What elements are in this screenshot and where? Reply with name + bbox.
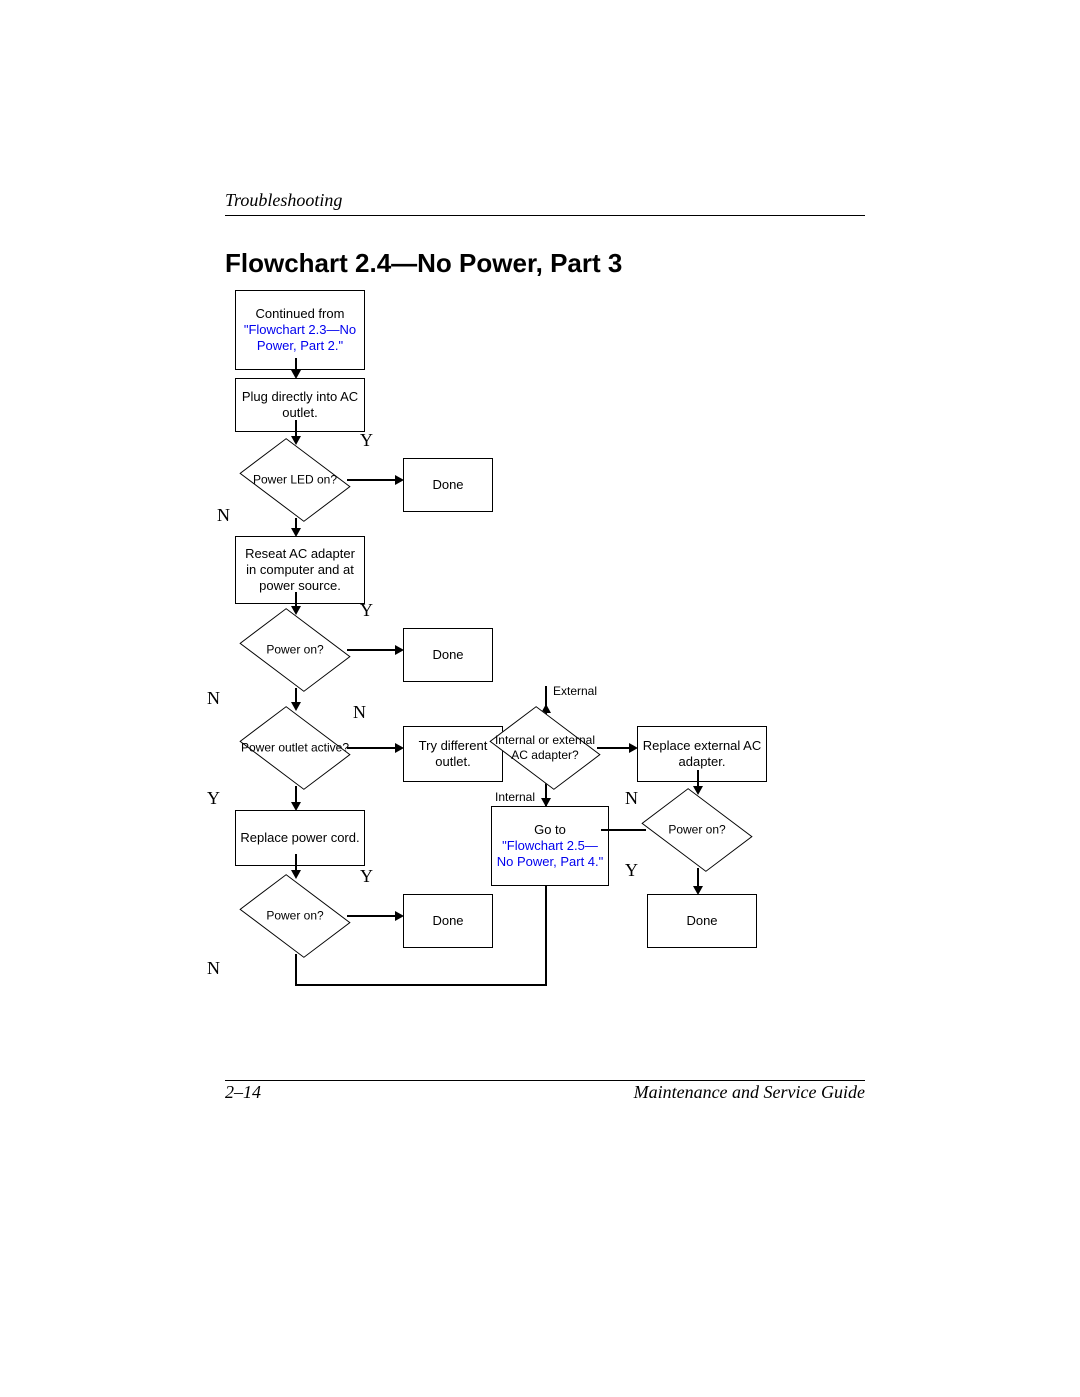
- goto-prefix: Go to: [534, 822, 566, 838]
- connector: [347, 915, 397, 917]
- text: Power LED on?: [240, 473, 350, 488]
- edge-label-y: Y: [625, 860, 638, 881]
- flowchart-diagram: Continued from "Flowchart 2.3—No Power, …: [225, 290, 865, 1030]
- node-try-outlet: Try different outlet.: [403, 726, 503, 782]
- node-replace-cord: Replace power cord.: [235, 810, 365, 866]
- edge-label-external: External: [553, 684, 597, 698]
- text: Power on?: [240, 643, 350, 658]
- connector: [295, 954, 297, 984]
- node-done-4: Done: [647, 894, 757, 948]
- text: Internal or external AC adapter?: [490, 733, 600, 763]
- section-name: Troubleshooting: [225, 190, 865, 211]
- connector: [295, 984, 545, 986]
- edge-label-y: Y: [360, 866, 373, 887]
- text: Done: [686, 913, 717, 929]
- page-header: Troubleshooting: [225, 190, 865, 216]
- node-adapter-type: Internal or external AC adapter?: [490, 708, 600, 788]
- footer-divider: [225, 1080, 865, 1081]
- text: Done: [432, 647, 463, 663]
- text: Plug directly into AC outlet.: [240, 389, 360, 422]
- connector: [601, 829, 646, 831]
- text: Power on?: [240, 909, 350, 924]
- text: Replace external AC adapter.: [642, 738, 762, 771]
- text: Reseat AC adapter in computer and at pow…: [240, 546, 360, 595]
- node-replace-external: Replace external AC adapter.: [637, 726, 767, 782]
- edge-label-n: N: [207, 958, 220, 979]
- edge-label-y: Y: [207, 788, 220, 809]
- header-divider: [225, 215, 865, 216]
- text: Replace power cord.: [240, 830, 359, 846]
- text: Done: [432, 477, 463, 493]
- edge-label-internal: Internal: [495, 790, 535, 804]
- link-flowchart-2-5[interactable]: "Flowchart 2.5—No Power, Part 4.": [496, 838, 604, 871]
- connector: [347, 479, 397, 481]
- text: Power outlet active?: [240, 741, 350, 756]
- text: Done: [432, 913, 463, 929]
- text: Power on?: [642, 823, 752, 838]
- page-footer: 2–14 Maintenance and Service Guide: [225, 1082, 865, 1103]
- flowchart-title: Flowchart 2.4—No Power, Part 3: [225, 248, 622, 279]
- node-done-1: Done: [403, 458, 493, 512]
- node-power-on-3: Power on?: [642, 790, 752, 870]
- edge-label-n: N: [625, 788, 638, 809]
- connector: [597, 747, 631, 749]
- node-continued-from: Continued from "Flowchart 2.3—No Power, …: [235, 290, 365, 370]
- link-flowchart-2-3[interactable]: "Flowchart 2.3—No Power, Part 2.": [240, 322, 360, 355]
- node-power-on-2: Power on?: [240, 876, 350, 956]
- edge-label-n: N: [217, 505, 230, 526]
- connector: [697, 868, 699, 888]
- node-plug-ac: Plug directly into AC outlet.: [235, 378, 365, 432]
- node-power-on-1: Power on?: [240, 610, 350, 690]
- text: Try different outlet.: [408, 738, 498, 771]
- node-power-led-on: Power LED on?: [240, 440, 350, 520]
- edge-label-n: N: [353, 702, 366, 723]
- doc-title: Maintenance and Service Guide: [634, 1082, 865, 1103]
- edge-label-y: Y: [360, 430, 373, 451]
- connector: [347, 747, 397, 749]
- node-reseat-adapter: Reseat AC adapter in computer and at pow…: [235, 536, 365, 604]
- node-done-3: Done: [403, 894, 493, 948]
- edge-label-y: Y: [360, 600, 373, 621]
- edge-label-n: N: [207, 688, 220, 709]
- node-power-outlet-active: Power outlet active?: [240, 708, 350, 788]
- page-number: 2–14: [225, 1082, 261, 1103]
- continued-prefix: Continued from: [256, 306, 345, 322]
- node-goto-2-5: Go to "Flowchart 2.5—No Power, Part 4.": [491, 806, 609, 886]
- connector: [347, 649, 397, 651]
- node-done-2: Done: [403, 628, 493, 682]
